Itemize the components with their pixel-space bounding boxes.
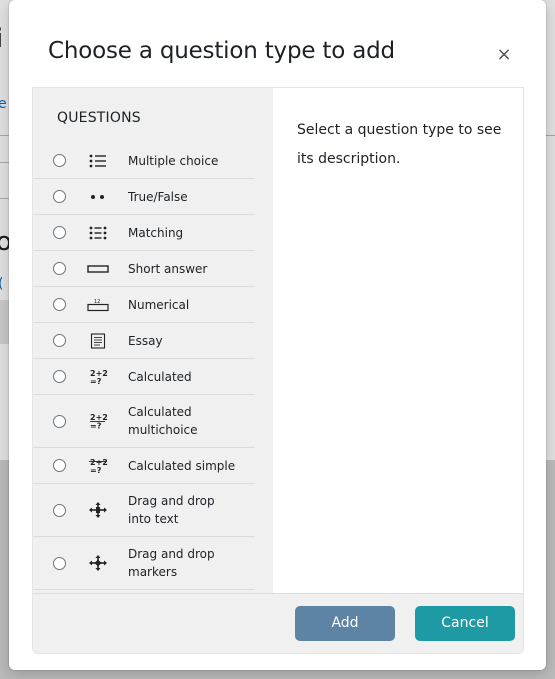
radio-button[interactable] — [53, 414, 66, 428]
radio-button[interactable] — [53, 190, 66, 203]
question-type-label: Drag and drop into text — [128, 494, 215, 526]
list-item[interactable]: 12 Numerical — [33, 287, 255, 323]
drag-drop-text-icon — [87, 501, 109, 519]
calculated-simple-icon: 2+2 =? — [87, 457, 109, 475]
question-type-description: Select a question type to see its descri… — [297, 122, 502, 167]
list-item[interactable]: 2+2 =? Calculated multichoice — [33, 395, 255, 448]
dialog-footer: Add Cancel — [33, 593, 523, 653]
list-item[interactable]: Drag and drop markers — [33, 537, 255, 590]
two-dots-icon — [87, 188, 109, 206]
list-item[interactable]: Matching — [33, 215, 255, 251]
list-item[interactable]: Multiple choice — [33, 143, 255, 179]
svg-text:=?: =? — [90, 422, 102, 431]
list-item[interactable]: 2+2 =? Calculated simple — [33, 448, 255, 484]
question-type-label: True/False — [128, 189, 188, 204]
svg-text:=?: =? — [90, 466, 102, 475]
matching-list-icon — [87, 224, 109, 242]
question-type-label: Matching — [128, 225, 184, 240]
calculated-multichoice-icon: 2+2 =? — [87, 412, 109, 430]
question-type-label: Short answer — [128, 261, 208, 276]
radio-button[interactable] — [53, 334, 66, 347]
list-item[interactable]: 2+2 =? Calculated — [33, 359, 255, 395]
description-pane: Select a question type to see its descri… — [273, 88, 523, 593]
list-item[interactable]: Essay — [33, 323, 255, 359]
radio-button[interactable] — [53, 370, 66, 383]
add-button[interactable]: Add — [295, 606, 395, 641]
essay-icon — [87, 332, 109, 350]
calculated-icon: 2+2 =? — [87, 368, 109, 386]
question-type-label: Calculated multichoice — [128, 405, 198, 437]
question-type-label: Numerical — [128, 297, 190, 312]
question-type-label: Drag and drop markers — [128, 547, 215, 579]
question-type-list: Multiple choice True/False Matching Shor… — [33, 143, 255, 590]
question-type-label: Multiple choice — [128, 153, 219, 168]
radio-button[interactable] — [53, 298, 66, 311]
drag-drop-markers-icon — [87, 554, 109, 572]
question-type-list-pane: QUESTIONS Multiple choice True/False Mat… — [33, 88, 273, 593]
radio-button[interactable] — [53, 226, 66, 239]
cancel-button[interactable]: Cancel — [415, 606, 515, 641]
question-type-label: Essay — [128, 333, 163, 348]
radio-button[interactable] — [53, 262, 66, 275]
dialog-body: QUESTIONS Multiple choice True/False Mat… — [32, 87, 524, 654]
text-box-icon — [87, 260, 109, 278]
list-item[interactable]: Short answer — [33, 251, 255, 287]
list-item[interactable]: Drag and drop into text — [33, 484, 255, 537]
question-type-dialog: Choose a question type to add × QUESTION… — [9, 0, 546, 670]
numeric-box-icon: 12 — [87, 296, 109, 314]
radio-button[interactable] — [53, 154, 66, 167]
question-type-label: Calculated — [128, 369, 192, 384]
question-type-label: Calculated simple — [128, 458, 236, 473]
section-label: QUESTIONS — [57, 110, 141, 126]
list-bullet-icon — [87, 152, 109, 170]
dialog-title: Choose a question type to add — [48, 38, 395, 64]
close-button[interactable]: × — [493, 44, 515, 66]
list-item[interactable]: True/False — [33, 179, 255, 215]
svg-text:=?: =? — [90, 377, 102, 386]
radio-button[interactable] — [53, 503, 66, 517]
radio-button[interactable] — [53, 556, 66, 570]
radio-button[interactable] — [53, 459, 66, 472]
